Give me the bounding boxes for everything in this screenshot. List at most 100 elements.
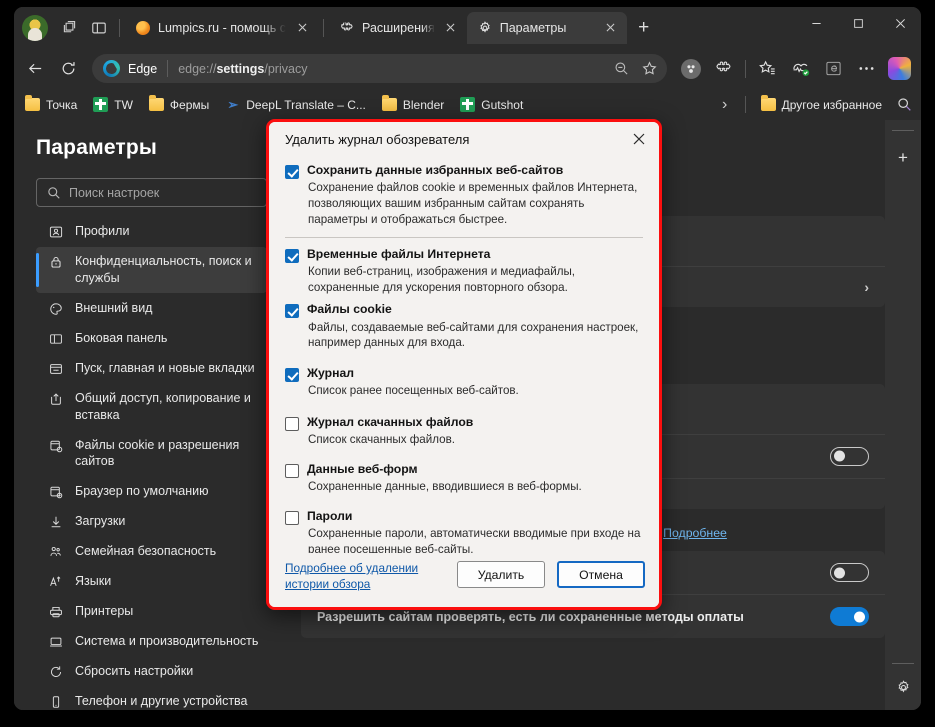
deepl-icon: ➢ — [227, 96, 239, 112]
search-icon[interactable] — [891, 92, 917, 118]
sidebar-item-share[interactable]: Общий доступ, копирование и вставка — [36, 384, 267, 430]
do-not-track-toggle[interactable] — [830, 563, 869, 583]
search-settings-input[interactable]: Поиск настроек — [36, 178, 267, 207]
split-screen-icon[interactable] — [84, 13, 114, 43]
tab-close-button[interactable] — [293, 19, 311, 37]
close-window-button[interactable] — [879, 7, 921, 40]
sidebar-item-default-browser[interactable]: Браузер по умолчанию — [36, 477, 267, 506]
tab-close-button[interactable] — [602, 19, 620, 37]
extensions-icon[interactable] — [708, 53, 739, 84]
sidebar-item-start-home[interactable]: Пуск, главная и новые вкладки — [36, 354, 267, 383]
sidebar-item-label: Общий доступ, копирование и вставка — [75, 390, 251, 422]
tab-divider — [323, 18, 325, 37]
sidebar-item-downloads[interactable]: Загрузки — [36, 507, 267, 536]
extensions-puzzle-icon — [339, 20, 355, 36]
language-icon — [48, 574, 64, 590]
sidebar-item-label: Боковая панель — [75, 330, 168, 345]
add-sidebar-app-button[interactable]: + — [890, 145, 916, 171]
more-about-deleting-link[interactable]: Подробнее об удалении истории обзора — [285, 561, 425, 593]
sidebar-settings-gear-icon[interactable] — [890, 674, 916, 700]
rail-divider-bottom — [892, 663, 914, 664]
bookmark-tw[interactable]: TW — [86, 93, 140, 116]
sidebar-item-family-safety[interactable]: Семейная безопасность — [36, 537, 267, 566]
payment-methods-toggle[interactable] — [830, 607, 869, 627]
tab-settings[interactable]: Параметры — [466, 11, 627, 44]
bookmark-other-favorites[interactable]: Другое избранное — [754, 94, 889, 116]
maximize-button[interactable] — [837, 7, 879, 40]
family-icon — [48, 544, 64, 560]
checkbox-history[interactable] — [285, 368, 299, 383]
sidebar-item-label: Языки — [75, 574, 112, 589]
edge-logo-icon — [103, 60, 120, 77]
search-placeholder: Поиск настроек — [69, 185, 160, 200]
ie-clear-toggle[interactable] — [830, 446, 869, 466]
checkbox-preserve-favorites[interactable] — [285, 165, 299, 179]
favorites-list-icon[interactable] — [752, 53, 783, 84]
option-label: Журнал — [307, 366, 354, 381]
delete-button[interactable]: Удалить — [457, 561, 545, 589]
sidebar-item-phone-devices[interactable]: Телефон и другие устройства — [36, 687, 267, 710]
sidebar-item-privacy[interactable]: Конфиденциальность, поиск и службы — [36, 247, 267, 293]
bookmarks-bar: Точка TW Фермы ➢ DeepL Translate – C... … — [14, 89, 921, 120]
sidebar-item-label: Браузер по умолчанию — [75, 484, 209, 499]
bookmark-fermy[interactable]: Фермы — [142, 94, 216, 116]
privacy-learn-more-link[interactable]: Подробнее — [663, 526, 727, 540]
zoom-out-icon[interactable] — [607, 55, 635, 83]
browser-toolbar: Edge edge://settings/privacy — [14, 48, 921, 89]
checkbox-passwords[interactable] — [285, 511, 299, 526]
tab-close-button[interactable] — [442, 19, 460, 37]
reset-icon — [48, 664, 64, 680]
phone-icon — [48, 694, 64, 710]
sidebar-item-languages[interactable]: Языки — [36, 567, 267, 596]
tab-extensions[interactable]: Расширения — [329, 12, 467, 44]
more-options-icon[interactable] — [851, 53, 882, 84]
new-tab-button[interactable]: + — [629, 13, 659, 43]
sidebar-item-appearance[interactable]: Внешний вид — [36, 294, 267, 323]
refresh-button[interactable] — [53, 53, 84, 84]
bookmark-deepl[interactable]: ➢ DeepL Translate – C... — [218, 93, 373, 116]
start-home-icon — [48, 361, 64, 377]
back-button[interactable] — [20, 53, 51, 84]
option-history[interactable]: Журнал Список ранее посещенных веб-сайто… — [285, 362, 643, 402]
bookmarks-overflow-chevron-icon[interactable]: › — [713, 93, 737, 117]
extension-badge-icon[interactable] — [675, 53, 706, 84]
avatar[interactable] — [22, 14, 48, 41]
toolbar-divider — [745, 59, 746, 78]
address-bar[interactable]: Edge edge://settings/privacy — [92, 54, 667, 83]
favorite-star-icon[interactable] — [635, 55, 663, 83]
minimize-button[interactable] — [795, 7, 837, 40]
checkbox-download-history[interactable] — [285, 417, 299, 432]
option-cookies[interactable]: Файлы cookie Файлы, создаваемые веб-сайт… — [285, 298, 643, 354]
sidebar-item-label: Семейная безопасность — [75, 544, 217, 559]
sidebar-item-sidebar[interactable]: Боковая панель — [36, 324, 267, 353]
copilot-icon[interactable] — [884, 53, 915, 84]
sidebar-item-printers[interactable]: Принтеры — [36, 597, 267, 626]
tab-copilot-icon[interactable] — [54, 13, 84, 43]
sidebar-item-cookies[interactable]: Файлы cookie и разрешения сайтов — [36, 431, 267, 477]
internet-explorer-mode-icon[interactable] — [818, 53, 849, 84]
dialog-body: Сохранить данные избранных веб-сайтов Со… — [269, 156, 659, 553]
option-form-data[interactable]: Данные веб-форм Сохраненные данные, ввод… — [285, 458, 643, 498]
sidebar-item-profiles[interactable]: Профили — [36, 217, 267, 246]
option-preserve-favorites[interactable]: Сохранить данные избранных веб-сайтов Со… — [285, 159, 643, 238]
page-title: Параметры — [36, 136, 158, 159]
option-temporary-files[interactable]: Временные файлы Интернета Копии веб-стра… — [285, 243, 643, 299]
option-description: Сохраненные пароли, автоматически вводим… — [308, 527, 641, 554]
browser-essentials-icon[interactable] — [785, 53, 816, 84]
bookmark-blender[interactable]: Blender — [375, 94, 451, 116]
sidebar-item-reset-settings[interactable]: Сбросить настройки — [36, 657, 267, 686]
tab-lumpics[interactable]: Lumpics.ru - помощь с — [125, 12, 318, 44]
checkbox-form-data[interactable] — [285, 464, 299, 479]
bookmark-gutshot[interactable]: Gutshot — [453, 93, 530, 116]
bookmark-label: Gutshot — [481, 97, 524, 112]
close-icon[interactable] — [625, 126, 653, 152]
option-passwords[interactable]: Пароли Сохраненные пароли, автоматически… — [285, 505, 643, 553]
checkbox-cookies[interactable] — [285, 304, 299, 319]
sidebar-item-system[interactable]: Система и производительность — [36, 627, 267, 656]
bookmark-tochka[interactable]: Точка — [18, 94, 84, 116]
option-download-history[interactable]: Журнал скачанных файлов Список скачанных… — [285, 411, 643, 451]
cancel-button[interactable]: Отмена — [557, 561, 645, 589]
checkbox-temporary-files[interactable] — [285, 248, 299, 263]
dialog-footer: Подробнее об удалении истории обзора Уда… — [269, 553, 659, 607]
tab-divider — [119, 18, 120, 37]
